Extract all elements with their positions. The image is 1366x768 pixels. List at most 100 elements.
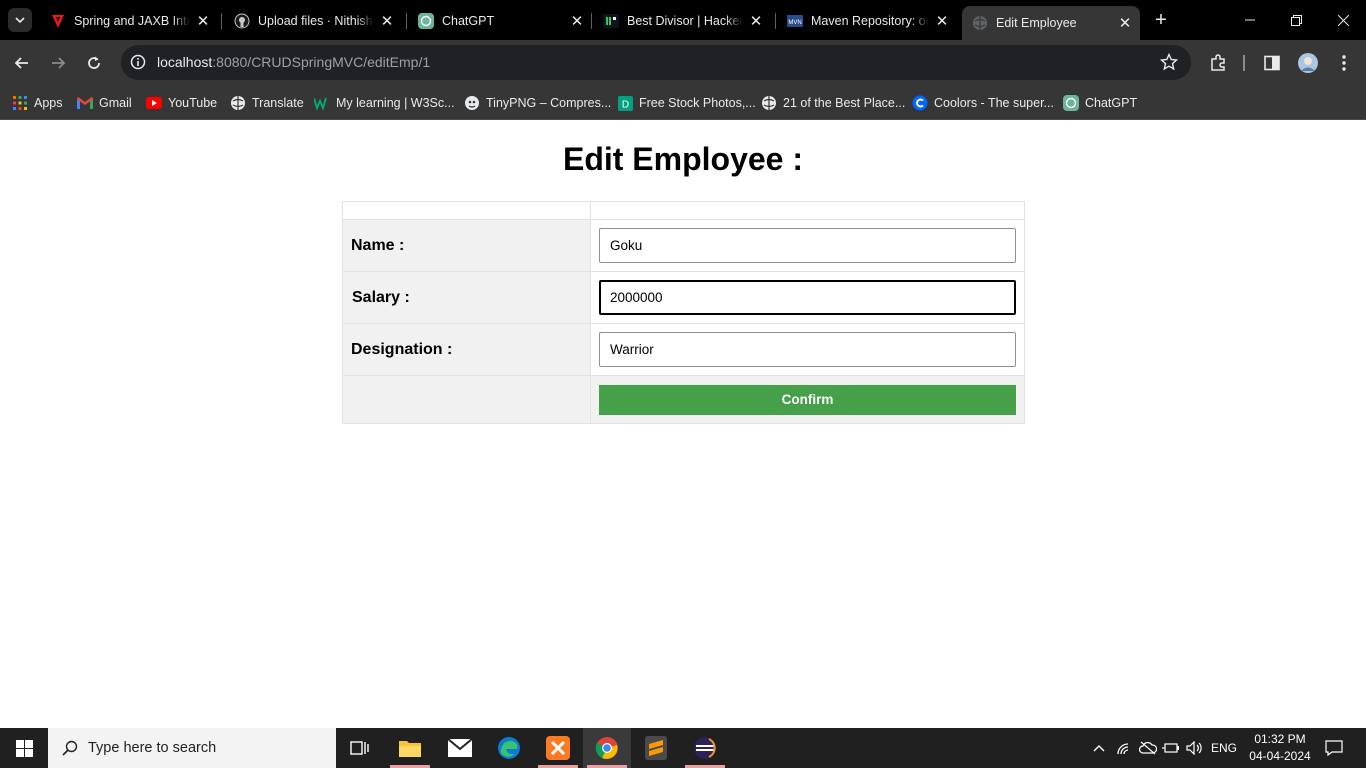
show-hidden-icons-button[interactable] — [1088, 728, 1110, 768]
svg-text:D: D — [621, 99, 628, 110]
bookmark-gmail[interactable]: Gmail — [77, 92, 132, 114]
bookmark-pexels[interactable]: D Free Stock Photos,... — [617, 92, 756, 114]
table-row — [342, 201, 1025, 220]
restore-button[interactable] — [1273, 0, 1319, 40]
network-tray-button[interactable] — [1137, 728, 1159, 768]
arrow-left-icon — [14, 57, 28, 69]
power-plug-icon — [1162, 743, 1179, 753]
tab-upload-files[interactable]: Upload files · Nithish0 ✕ — [224, 6, 402, 36]
url-path: :8080/CRUDSpringMVC/editEmp/1 — [212, 54, 431, 70]
bookmark-apps[interactable]: Apps — [12, 92, 63, 114]
volume-tray-button[interactable] — [1183, 728, 1205, 768]
table-row: Confirm — [342, 375, 1025, 424]
designation-field[interactable] — [599, 332, 1016, 367]
empty-cell — [590, 201, 1025, 220]
start-button[interactable] — [0, 728, 48, 768]
file-explorer-button[interactable] — [386, 728, 434, 768]
tab-spring-jaxb[interactable]: Spring and JAXB Integ ✕ — [40, 6, 218, 36]
cloud-offline-icon — [1139, 741, 1157, 755]
tab-separator — [221, 13, 222, 29]
restore-icon — [1290, 14, 1302, 26]
search-icon — [62, 740, 78, 756]
site-info-icon[interactable] — [129, 53, 147, 71]
clock-date: 04-04-2024 — [1249, 749, 1311, 763]
page-title: Edit Employee : — [562, 141, 804, 177]
edge-icon — [498, 737, 520, 759]
chrome-icon — [595, 737, 618, 759]
bookmark-coolors[interactable]: Coolors - The super... — [912, 92, 1054, 114]
profile-avatar[interactable] — [1297, 52, 1319, 74]
bookmark-youtube[interactable]: YouTube — [146, 92, 217, 114]
close-tab-icon[interactable]: ✕ — [194, 12, 212, 30]
close-tab-icon[interactable]: ✕ — [1116, 14, 1134, 32]
bookmark-tinypng[interactable]: TinyPNG – Compres... — [464, 92, 611, 114]
extensions-icon[interactable] — [1207, 52, 1229, 74]
gmail-icon — [77, 95, 93, 111]
notifications-button[interactable] — [1322, 728, 1346, 768]
bookmark-star-icon[interactable] — [1159, 52, 1179, 72]
bookmark-label: ChatGPT — [1085, 96, 1138, 110]
vivid-red-icon — [50, 13, 66, 29]
close-tab-icon[interactable]: ✕ — [378, 12, 396, 30]
new-tab-button[interactable]: + — [1150, 9, 1172, 31]
salary-field[interactable] — [599, 280, 1016, 315]
github-icon — [234, 13, 250, 29]
close-tab-icon[interactable]: ✕ — [933, 12, 951, 30]
sublime-button[interactable] — [632, 728, 680, 768]
name-label: Name : — [342, 219, 591, 272]
language-indicator[interactable]: ENG — [1207, 728, 1241, 768]
tab-separator — [775, 13, 776, 29]
address-bar[interactable]: localhost:8080/CRUDSpringMVC/editEmp/1 — [121, 45, 1191, 80]
bookmark-label: YouTube — [168, 96, 218, 110]
chrome-button[interactable] — [583, 728, 631, 768]
confirm-button[interactable]: Confirm — [599, 384, 1016, 415]
taskbar-clock[interactable]: 01:32 PM 04-04-2024 — [1240, 731, 1320, 765]
battery-tray-button[interactable] — [1160, 728, 1182, 768]
xampp-button[interactable] — [534, 728, 582, 768]
bookmark-best-places[interactable]: 21 of the Best Place... — [761, 92, 905, 114]
minimize-icon — [1245, 19, 1255, 21]
taskbar-search-box[interactable]: Type here to search — [48, 728, 336, 768]
close-window-button[interactable] — [1320, 0, 1366, 40]
tab-hackerrank[interactable]: Best Divisor | HackerR ✕ — [593, 6, 771, 36]
reload-button[interactable] — [81, 50, 107, 76]
bookmark-translate[interactable]: Translate — [230, 92, 304, 114]
empty-cell — [342, 201, 591, 220]
tab-edit-employee[interactable]: Edit Employee ✕ — [962, 6, 1140, 40]
edge-button[interactable] — [485, 728, 533, 768]
tab-separator — [591, 13, 592, 29]
url-text[interactable]: localhost:8080/CRUDSpringMVC/editEmp/1 — [157, 54, 430, 70]
mail-button[interactable] — [436, 728, 484, 768]
eclipse-button[interactable] — [681, 728, 729, 768]
toolbar-divider — [1243, 55, 1245, 71]
close-tab-icon[interactable]: ✕ — [568, 12, 586, 30]
tab-separator — [406, 13, 407, 29]
bookmark-w3schools[interactable]: My learning | W3Sc... — [314, 92, 455, 114]
speaker-icon — [1186, 741, 1202, 755]
task-view-button[interactable] — [336, 728, 384, 768]
reload-icon — [88, 56, 100, 69]
tinypng-icon — [464, 95, 480, 111]
apps-grid-icon — [12, 95, 28, 111]
tab-title: Maven Repository: or — [811, 14, 929, 28]
notification-icon — [1325, 740, 1343, 756]
search-placeholder: Type here to search — [88, 740, 217, 756]
youtube-icon — [146, 95, 162, 111]
name-field[interactable] — [599, 228, 1016, 263]
back-button[interactable] — [9, 50, 35, 76]
wifi-tray-button[interactable] — [1113, 728, 1135, 768]
menu-kebab-icon[interactable] — [1333, 52, 1355, 74]
tab-search-button[interactable] — [8, 8, 32, 32]
bookmark-chatgpt[interactable]: ChatGPT — [1063, 92, 1137, 114]
minimize-button[interactable] — [1227, 0, 1273, 40]
svg-text:MVN: MVN — [788, 20, 801, 26]
url-host: localhost — [157, 54, 213, 70]
tab-chatgpt[interactable]: ChatGPT ✕ — [408, 6, 592, 36]
browser-tab-strip: Spring and JAXB Integ ✕ Upload files · N… — [0, 0, 1366, 40]
close-tab-icon[interactable]: ✕ — [747, 12, 765, 30]
forward-button[interactable] — [45, 50, 71, 76]
tab-title: ChatGPT — [442, 14, 495, 28]
windows-logo-icon — [15, 739, 33, 757]
tab-maven[interactable]: MVN Maven Repository: or ✕ — [777, 6, 957, 36]
side-panel-icon[interactable] — [1261, 52, 1283, 74]
